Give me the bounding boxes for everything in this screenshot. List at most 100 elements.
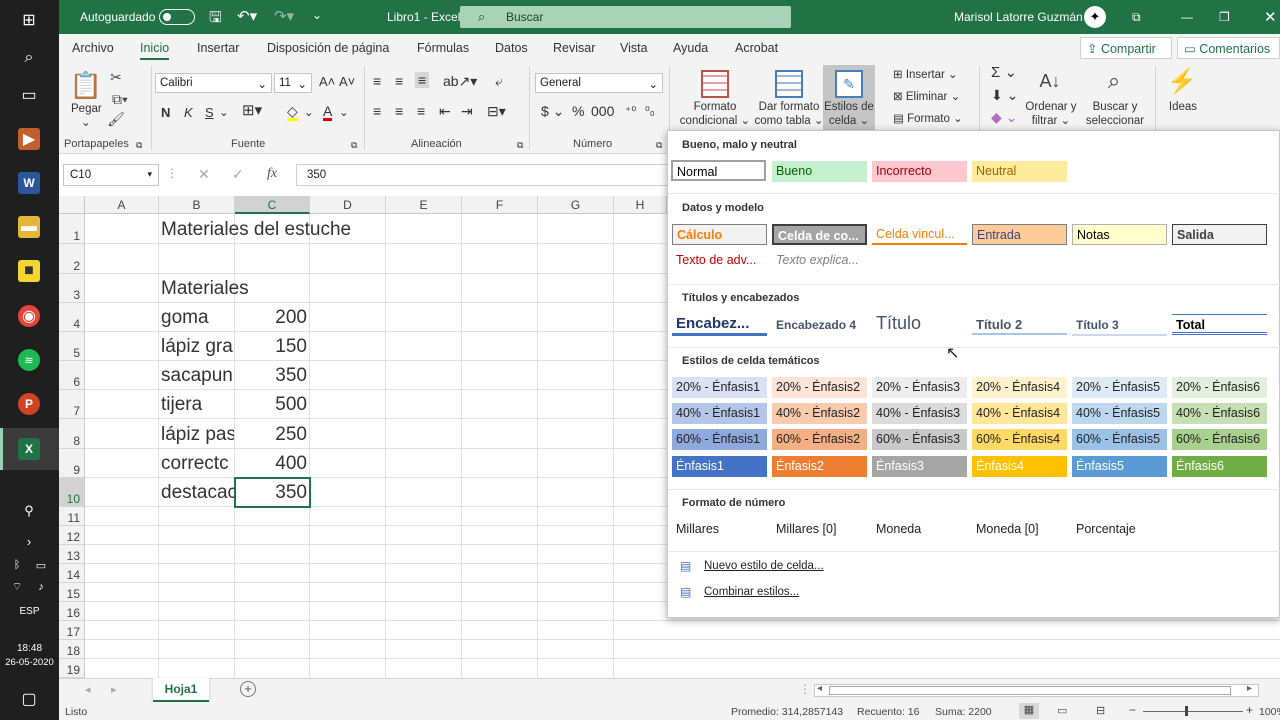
style-total[interactable]: Total [1172,314,1267,335]
align-bottom-icon[interactable]: ≡ [415,72,430,88]
merge-center-icon[interactable]: ⊟▾ [487,104,506,118]
row-header[interactable]: 19 [59,659,85,678]
tab-datos[interactable]: Datos [495,41,528,55]
style-60-enfasis4[interactable]: 60% - Énfasis4 [972,429,1067,450]
bold-button[interactable]: N [161,106,170,120]
row-header[interactable]: 4 [59,303,85,332]
column-header[interactable]: H [614,196,667,214]
column-header[interactable]: E [386,196,462,214]
page-break-view-icon[interactable]: ⊟ [1096,704,1105,717]
sort-filter-icon[interactable]: A↓ [1037,68,1063,94]
style-neutral[interactable]: Neutral [972,161,1067,182]
split-handle-icon[interactable]: ⋮ [799,682,811,696]
tab-vista[interactable]: Vista [620,41,648,55]
zoom-slider-thumb[interactable] [1185,706,1188,716]
search-icon[interactable]: ⌕ [18,47,40,69]
style-texto-advertencia[interactable]: Texto de adv... [672,250,767,271]
cell-C5[interactable]: 150 [237,336,307,358]
tab-ayuda[interactable]: Ayuda [673,41,708,55]
normal-view-icon[interactable]: ▦ [1019,703,1039,719]
font-size-combo[interactable]: 11 ⌄ [274,73,312,93]
align-center-icon[interactable]: ≡ [395,104,403,118]
decrease-font-icon[interactable]: A˅ [339,75,355,89]
paste-dropdown-icon[interactable]: ⌄ [81,116,91,130]
style-millares[interactable]: Millares [672,519,767,540]
decrease-indent-icon[interactable]: ⇤ [439,104,451,118]
volume-icon[interactable]: ♪ [32,576,50,598]
more-icon[interactable]: ⋮ [166,166,178,180]
style-40-enfasis3[interactable]: 40% - Énfasis3 [872,403,967,424]
insert-function-icon[interactable]: fx [267,166,277,182]
scroll-left-arrow-icon[interactable]: ◂ [817,683,822,694]
zoom-in-icon[interactable]: + [1246,703,1253,717]
column-header[interactable]: A [85,196,159,214]
formula-input[interactable]: 350 [296,164,676,186]
cell-styles-label[interactable]: Estilos de celda ⌄ [823,100,875,128]
row-header[interactable]: 13 [59,545,85,564]
style-enfasis2[interactable]: Énfasis2 [772,456,867,477]
clipboard-launcher-icon[interactable]: ⧉ [136,138,142,152]
search-box[interactable]: ⌕ Buscar [460,6,791,28]
copy-icon[interactable]: ⧉▾ [107,90,133,108]
style-encabezado-4[interactable]: Encabezado 4 [772,315,867,336]
font-name-combo[interactable]: Calibri ⌄ [155,73,272,93]
italic-button[interactable]: K [184,106,193,120]
format-cells-button[interactable]: ▤ Formato ⌄ [893,112,963,126]
style-titulo[interactable]: Título [872,310,967,336]
page-layout-view-icon[interactable]: ▭ [1057,704,1067,717]
comma-icon[interactable]: 000 [591,104,614,118]
ideas-label[interactable]: Ideas [1167,100,1199,114]
paste-icon[interactable]: 📋 [70,68,102,102]
conditional-format-icon[interactable] [701,70,729,98]
style-20-enfasis6[interactable]: 20% - Énfasis6 [1172,377,1267,398]
autosave-toggle[interactable] [159,9,195,25]
style-celda-comprobacion[interactable]: Celda de co... [772,224,867,245]
row-header[interactable]: 6 [59,361,85,390]
cell-C6[interactable]: 350 [237,365,307,387]
wifi-icon[interactable]: ⌔ [8,576,26,598]
align-right-icon[interactable]: ≡ [417,104,425,118]
style-texto-explicativo[interactable]: Texto explica... [772,250,867,271]
style-millares-0[interactable]: Millares [0] [772,519,867,540]
ideas-icon[interactable]: ⚡ [1167,66,1197,96]
style-salida[interactable]: Salida [1172,224,1267,245]
user-name[interactable]: Marisol Latorre Guzmán [954,10,1083,24]
style-60-enfasis3[interactable]: 60% - Énfasis3 [872,429,967,450]
clear-icon[interactable]: ◆ ⌄ [991,110,1017,124]
scroll-right-icon[interactable]: ▸ [111,683,117,696]
word-icon[interactable]: W [18,172,40,194]
column-header[interactable]: B [159,196,235,214]
paste-label[interactable]: Pegar [71,102,102,116]
row-header[interactable]: 14 [59,564,85,583]
autosum-icon[interactable]: Σ ⌄ [991,65,1017,80]
sticky-notes-icon[interactable]: ■ [18,260,40,282]
style-incorrecto[interactable]: Incorrecto [872,161,967,182]
column-header[interactable]: F [462,196,538,214]
restore-icon[interactable]: ❐ [1219,10,1230,24]
style-enfasis6[interactable]: Énfasis6 [1172,456,1267,477]
sheet-tab-hoja1[interactable]: Hoja1 [153,678,209,702]
scroll-left-icon[interactable]: ◂ [85,683,91,696]
name-box[interactable]: C10 ▾ [63,164,159,186]
share-button[interactable]: ⇪ Compartir [1080,37,1172,59]
insert-cells-button[interactable]: ⊞ Insertar ⌄ [893,68,958,82]
row-header[interactable]: 5 [59,332,85,361]
align-top-icon[interactable]: ≡ [373,74,381,88]
cell-C9[interactable]: 400 [237,453,307,475]
column-header[interactable]: C [235,196,310,214]
powerpoint-icon[interactable]: P [18,393,40,415]
tab-revisar[interactable]: Revisar [553,41,595,55]
file-explorer-icon[interactable]: ▬ [18,216,40,238]
enter-icon[interactable]: ✓ [232,166,244,183]
close-icon[interactable]: ✕ [1264,8,1277,26]
avatar[interactable]: ✦ [1084,6,1106,28]
style-20-enfasis5[interactable]: 20% - Énfasis5 [1072,377,1167,398]
style-20-enfasis2[interactable]: 20% - Énfasis2 [772,377,867,398]
video-app-icon[interactable]: ▶ [18,128,40,150]
notifications-icon[interactable]: ▢ [18,688,40,710]
style-porcentaje[interactable]: Porcentaje [1072,519,1167,540]
cell-styles-icon[interactable]: ✎ [835,70,863,98]
row-header[interactable]: 8 [59,419,85,449]
style-60-enfasis6[interactable]: 60% - Énfasis6 [1172,429,1267,450]
fill-color-dropdown-icon[interactable]: ⌄ [304,106,314,120]
